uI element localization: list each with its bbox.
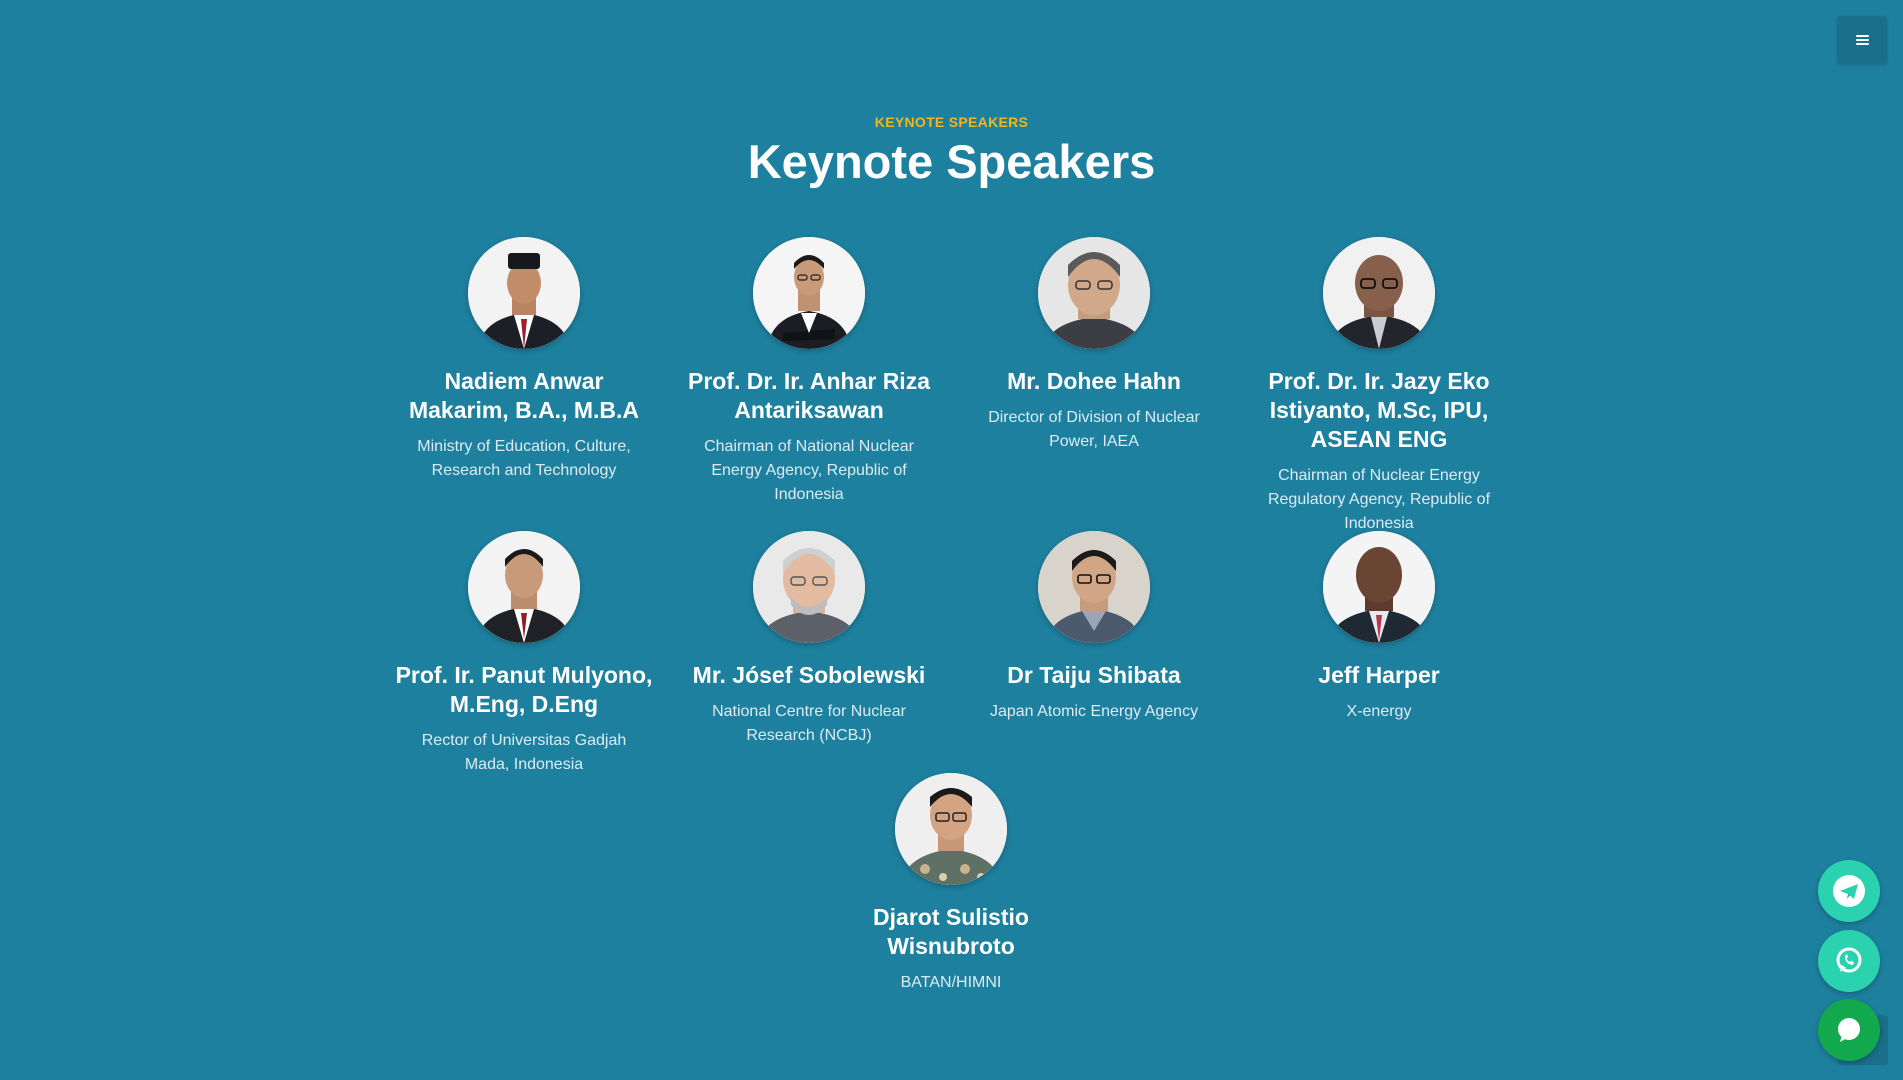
speaker-photo (1038, 237, 1150, 349)
telegram-button[interactable] (1818, 860, 1880, 922)
speaker-name: Dr Taiju Shibata (1007, 662, 1181, 688)
speaker-role: BATAN/HIMNI (900, 974, 1002, 991)
speaker-name: Prof. Dr. Ir. Anhar Riza Antariksawan (688, 368, 930, 423)
speaker-name: Nadiem Anwar Makarim, B.A., M.B.A (408, 368, 640, 423)
speaker-card: Mr. Dohee Hahn Director of Division of N… (954, 237, 1234, 454)
speaker-photo (1038, 531, 1150, 643)
speaker-name: Djarot Sulistio Wisnubroto (873, 904, 1029, 959)
speaker-role: Director of Division of Nuclear Power, I… (988, 409, 1200, 450)
speaker-card: Jeff Harper X-energy (1239, 531, 1519, 724)
speaker-card: Djarot Sulistio Wisnubroto BATAN/HIMNI (811, 773, 1091, 995)
speaker-name: Prof. Dr. Ir. Jazy Eko Istiyanto, M.Sc, … (1268, 368, 1490, 452)
chat-bubble-icon (1838, 1018, 1860, 1042)
speaker-card: Prof. Ir. Panut Mulyono, M.Eng, D.Eng Re… (384, 531, 664, 777)
speaker-role: Chairman of National Nuclear Energy Agen… (704, 438, 914, 503)
speaker-photo (468, 237, 580, 349)
speaker-role: X-energy (1346, 703, 1412, 720)
speaker-role: Japan Atomic Energy Agency (989, 703, 1199, 720)
speaker-name: Prof. Ir. Panut Mulyono, M.Eng, D.Eng (395, 662, 653, 717)
speaker-photo (895, 773, 1007, 885)
section-title: Keynote Speakers (747, 135, 1156, 188)
speaker-card: Mr. Jósef Sobolewski National Centre for… (669, 531, 949, 748)
speaker-photo (1323, 531, 1435, 643)
speaker-name: Mr. Dohee Hahn (1007, 368, 1181, 394)
speaker-card: Dr Taiju Shibata Japan Atomic Energy Age… (954, 531, 1234, 724)
whatsapp-icon (1836, 947, 1862, 973)
speaker-name: Mr. Jósef Sobolewski (692, 662, 926, 688)
section-eyebrow: KEYNOTE SPEAKERS (874, 114, 1029, 130)
speaker-photo (1323, 237, 1435, 349)
speaker-name: Jeff Harper (1318, 662, 1440, 688)
speaker-photo (753, 531, 865, 643)
speaker-card: Nadiem Anwar Makarim, B.A., M.B.A Minist… (384, 237, 664, 483)
whatsapp-button[interactable] (1818, 930, 1880, 992)
chat-button[interactable] (1818, 999, 1880, 1061)
speaker-photo (468, 531, 580, 643)
keynote-speakers-page: KEYNOTE SPEAKERS Keynote Speakers Nadiem… (0, 0, 1903, 1080)
speaker-role: Ministry of Education, Culture, Research… (417, 438, 631, 479)
speaker-role: Rector of Universitas Gadjah Mada, Indon… (421, 732, 627, 773)
hamburger-icon (1855, 35, 1869, 45)
telegram-icon (1833, 875, 1865, 907)
speaker-card: Prof. Dr. Ir. Anhar Riza Antariksawan Ch… (669, 237, 949, 507)
speaker-role: National Centre for Nuclear Research (NC… (712, 703, 906, 744)
speaker-role: Chairman of Nuclear Energy Regulatory Ag… (1267, 467, 1491, 532)
menu-button[interactable] (1837, 16, 1887, 64)
speaker-photo (753, 237, 865, 349)
speaker-card: Prof. Dr. Ir. Jazy Eko Istiyanto, M.Sc, … (1239, 237, 1519, 536)
